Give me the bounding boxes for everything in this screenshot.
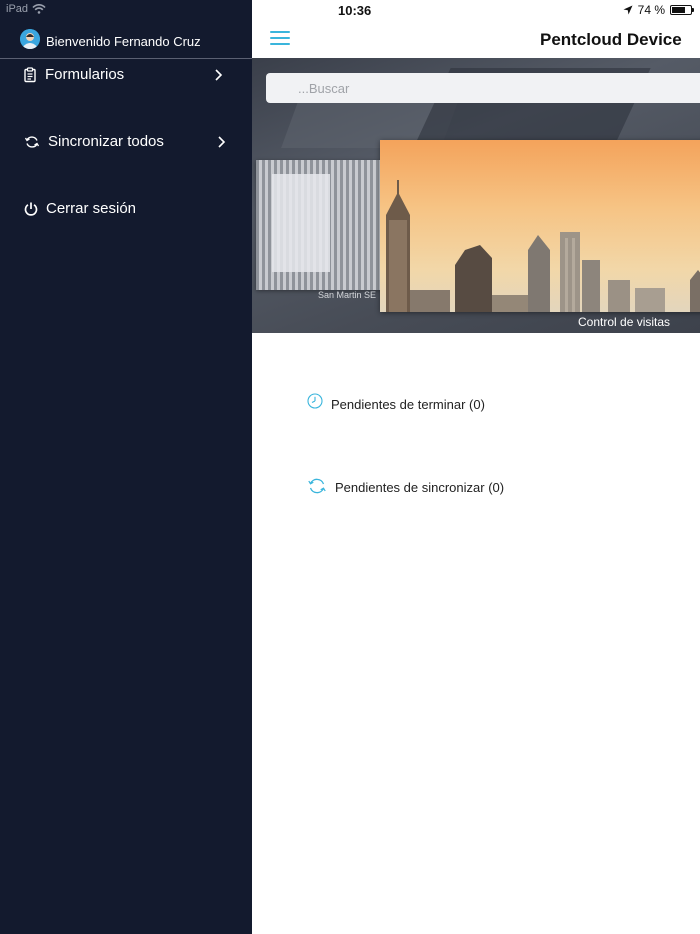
status-device: iPad [6,3,46,15]
clipboard-icon [24,67,36,83]
power-icon [24,202,38,216]
wifi-icon [32,4,46,14]
battery-percent: 74 % [637,3,665,17]
sync-icon [308,478,326,493]
form-card-caption: San Martin SE [318,290,377,300]
sidebar-item-sincronizar[interactable]: Sincronizar todos [0,127,252,157]
form-card-control-visitas[interactable] [380,140,700,312]
welcome-text: Bienvenido Fernando Cruz [46,34,201,49]
city-skyline-image [386,180,700,312]
sidebar-item-formularios[interactable]: Formularios [0,60,252,90]
side-menu: iPad Bienvenido Fernando Cruz Formulario… [0,0,252,934]
sync-icon [24,136,40,148]
avatar[interactable] [20,29,40,49]
sidebar-item-label: Formularios [45,66,125,83]
pending-to-sync[interactable]: Pendientes de sincronizar (0) [307,478,505,495]
pending-to-finish[interactable]: Pendientes de terminar (0) [307,393,485,412]
search-bar[interactable] [266,73,700,103]
form-card-san-martin[interactable] [256,160,380,290]
status-right: 74 % [623,3,694,17]
sidebar-item-label: Cerrar sesión [46,200,137,217]
location-arrow-icon [623,5,633,15]
form-card-caption: Control de visitas [578,315,671,329]
device-label: iPad [6,3,29,15]
forms-carousel: San Martin SE Cont [252,58,700,333]
sidebar-item-label: Sincronizar todos [48,133,164,150]
search-input[interactable] [266,73,700,103]
sidebar-item-logout[interactable]: Cerrar sesión [0,194,252,224]
status-time: 10:36 [338,3,372,18]
main-content: 10:36 74 % Pentcloud Device San Martin S… [252,0,700,934]
pending-to-finish-label: Pendientes de terminar (0) [331,397,485,412]
chevron-right-icon [215,69,223,81]
clock-icon [307,393,323,409]
page-title: Pentcloud Device [540,30,682,49]
pending-to-sync-label: Pendientes de sincronizar (0) [335,480,505,495]
sidebar-header: Bienvenido Fernando Cruz [0,24,252,59]
hamburger-menu-button[interactable] [270,30,292,48]
battery-icon [670,5,694,15]
chevron-right-icon [218,136,226,148]
